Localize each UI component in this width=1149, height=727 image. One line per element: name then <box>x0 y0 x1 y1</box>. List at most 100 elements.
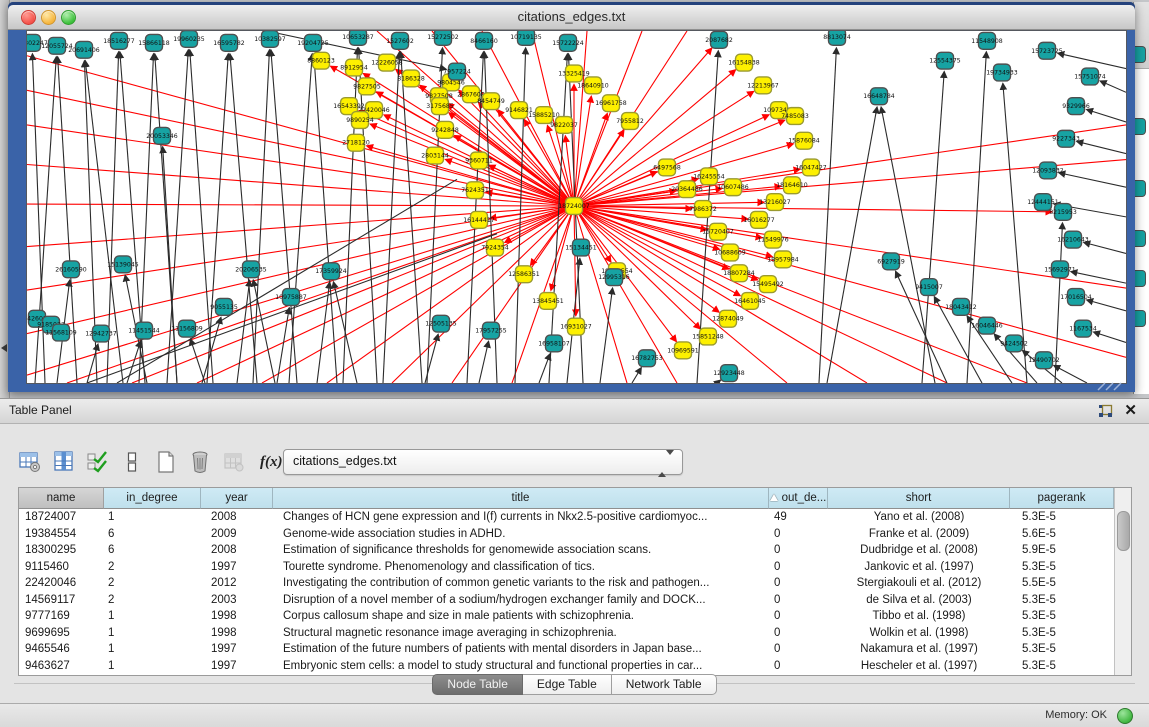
cell-short[interactable]: Hescheler et al. (1997) <box>828 658 1010 675</box>
graph-node[interactable]: 11548908 <box>971 32 1003 49</box>
cell-year[interactable]: 2012 <box>201 575 273 592</box>
cell-title[interactable]: Estimation of significance thresholds fo… <box>273 542 769 559</box>
cell-in_degree[interactable]: 2 <box>104 575 201 592</box>
graph-node[interactable]: 8466160 <box>470 32 498 49</box>
graph-node[interactable]: 10975887 <box>275 289 307 306</box>
network-canvas-svg[interactable]: 1872400788601238912954122260589827505818… <box>27 31 1126 383</box>
cell-name[interactable]: 14569117 <box>19 592 104 609</box>
delete-table-icon[interactable] <box>186 448 213 476</box>
cell-title[interactable]: Estimation of the future numbers of pati… <box>273 641 769 658</box>
cell-out_degree[interactable]: 0 <box>769 608 828 625</box>
graph-node[interactable]: 18516277 <box>103 32 135 49</box>
cell-year[interactable]: 1998 <box>201 625 273 642</box>
table-row[interactable]: 1872400712008Changes of HCN gene express… <box>19 509 1115 526</box>
graph-node[interactable]: 8813074 <box>823 31 851 45</box>
cell-pagerank[interactable]: 5.3E-5 <box>1010 658 1114 675</box>
column-header-year[interactable]: year <box>201 488 273 509</box>
graph-node[interactable]: 16016277 <box>743 211 775 228</box>
graph-node[interactable]: 16595782 <box>213 34 245 51</box>
cell-pagerank[interactable]: 5.6E-5 <box>1010 526 1114 543</box>
graph-node[interactable]: 1527602 <box>386 32 414 49</box>
cell-short[interactable]: Dudbridge et al. (2008) <box>828 542 1010 559</box>
graph-node[interactable]: 19204725 <box>297 34 329 51</box>
cell-short[interactable]: Franke et al. (2009) <box>828 526 1010 543</box>
table-row[interactable]: 977716911998Corpus callosum shape and si… <box>19 608 1115 625</box>
table-row[interactable]: 969969511998Structural magnetic resonanc… <box>19 625 1115 642</box>
table-row[interactable]: 1830029562008Estimation of significance … <box>19 542 1115 559</box>
cell-in_degree[interactable]: 1 <box>104 641 201 658</box>
cell-year[interactable]: 2003 <box>201 592 273 609</box>
function-builder-icon[interactable]: f(x) <box>260 454 283 471</box>
graph-node[interactable]: 20691406 <box>68 41 100 58</box>
graph-node[interactable]: 8215953 <box>1049 204 1077 221</box>
import-table-icon[interactable] <box>220 448 247 476</box>
cell-title[interactable]: Embryonic stem cells: a model to study s… <box>273 658 769 675</box>
cell-title[interactable]: Corpus callosum shape and size in male p… <box>273 608 769 625</box>
cell-out_degree[interactable]: 0 <box>769 625 828 642</box>
column-header-title[interactable]: title <box>273 488 769 509</box>
table-row[interactable]: 2242004622012Investigating the contribut… <box>19 575 1115 592</box>
cell-title[interactable]: Tourette syndrome. Phenomenology and cla… <box>273 559 769 576</box>
cell-title[interactable]: Genome-wide association studies in ADHD. <box>273 526 769 543</box>
graph-node[interactable]: 11451544 <box>128 322 160 339</box>
cell-name[interactable]: 9115460 <box>19 559 104 576</box>
graph-node[interactable]: 7624351 <box>461 182 489 199</box>
graph-node[interactable]: 10382597 <box>254 31 286 47</box>
graph-node[interactable]: 9415007 <box>915 279 943 296</box>
cell-pagerank[interactable]: 5.3E-5 <box>1010 641 1114 658</box>
cell-year[interactable]: 2008 <box>201 509 273 526</box>
cell-year[interactable]: 2008 <box>201 542 273 559</box>
graph-node[interactable]: 17016504 <box>1060 289 1092 306</box>
cell-in_degree[interactable]: 6 <box>104 526 201 543</box>
graph-node[interactable]: 8186328 <box>397 70 425 87</box>
cell-name[interactable]: 22420046 <box>19 575 104 592</box>
graph-node[interactable]: 10719135 <box>510 31 542 45</box>
cell-title[interactable]: Investigating the contribution of common… <box>273 575 769 592</box>
table-column-chooser-icon[interactable] <box>50 448 77 476</box>
graph-node[interactable]: 15851248 <box>692 328 724 345</box>
tab-node-table[interactable]: Node Table <box>432 674 523 695</box>
graph-node[interactable]: 10969591 <box>667 342 699 359</box>
graph-node[interactable]: 15876084 <box>788 132 820 149</box>
cell-title[interactable]: Structural magnetic resonance image aver… <box>273 625 769 642</box>
graph-node[interactable]: 16648784 <box>863 88 895 105</box>
cell-pagerank[interactable]: 5.3E-5 <box>1010 559 1114 576</box>
graph-node[interactable]: 26160590 <box>55 261 87 278</box>
graph-node[interactable]: 10653287 <box>342 31 374 45</box>
table-row[interactable]: 946554611997Estimation of the future num… <box>19 641 1115 658</box>
graph-node[interactable]: 15272502 <box>427 31 459 45</box>
cell-short[interactable]: Nakamura et al. (1997) <box>828 641 1010 658</box>
table-row[interactable]: 1456911722003Disruption of a novel membe… <box>19 592 1115 609</box>
graph-node[interactable]: 15723725 <box>1031 42 1063 59</box>
tab-edge-table[interactable]: Edge Table <box>523 674 612 695</box>
graph-node[interactable]: 15495492 <box>752 276 784 293</box>
graph-node[interactable]: 12923448 <box>713 365 745 382</box>
graph-nodes[interactable]: 1872400788601238912954122260589827505818… <box>27 31 1106 382</box>
graph-node[interactable]: 13845451 <box>532 293 564 310</box>
cell-out_degree[interactable]: 0 <box>769 575 828 592</box>
cell-year[interactable]: 2009 <box>201 526 273 543</box>
tab-network-table[interactable]: Network Table <box>612 674 717 695</box>
table-selector-dropdown[interactable]: citations_edges.txt <box>283 449 683 475</box>
cell-short[interactable]: Stergiakouli et al. (2012) <box>828 575 1010 592</box>
graph-node[interactable]: 12586351 <box>508 266 540 283</box>
graph-node[interactable]: 19960235 <box>173 31 205 47</box>
cell-out_degree[interactable]: 49 <box>769 509 828 526</box>
memory-status-indicator[interactable] <box>1117 708 1133 724</box>
cell-pagerank[interactable]: 5.3E-5 <box>1010 608 1114 625</box>
cell-in_degree[interactable]: 6 <box>104 542 201 559</box>
graph-node[interactable]: 12093832 <box>1032 162 1064 179</box>
graph-node[interactable]: 12554375 <box>929 52 961 69</box>
graph-node[interactable]: 16958107 <box>538 335 570 352</box>
cell-out_degree[interactable]: 0 <box>769 559 828 576</box>
table-settings-icon[interactable] <box>16 448 43 476</box>
graph-node[interactable]: 9227343 <box>1052 130 1080 147</box>
graph-node[interactable]: 16782753 <box>631 350 663 367</box>
scrollbar-thumb[interactable] <box>1117 511 1130 551</box>
column-header-out_degree[interactable]: out_de... <box>769 488 828 509</box>
close-panel-icon[interactable]: ✕ <box>1124 401 1137 419</box>
graph-node[interactable]: 15692971 <box>1044 261 1076 278</box>
new-table-icon[interactable] <box>152 448 179 476</box>
row-height-icon[interactable] <box>118 448 145 476</box>
cell-short[interactable]: Jankovic et al. (1997) <box>828 559 1010 576</box>
